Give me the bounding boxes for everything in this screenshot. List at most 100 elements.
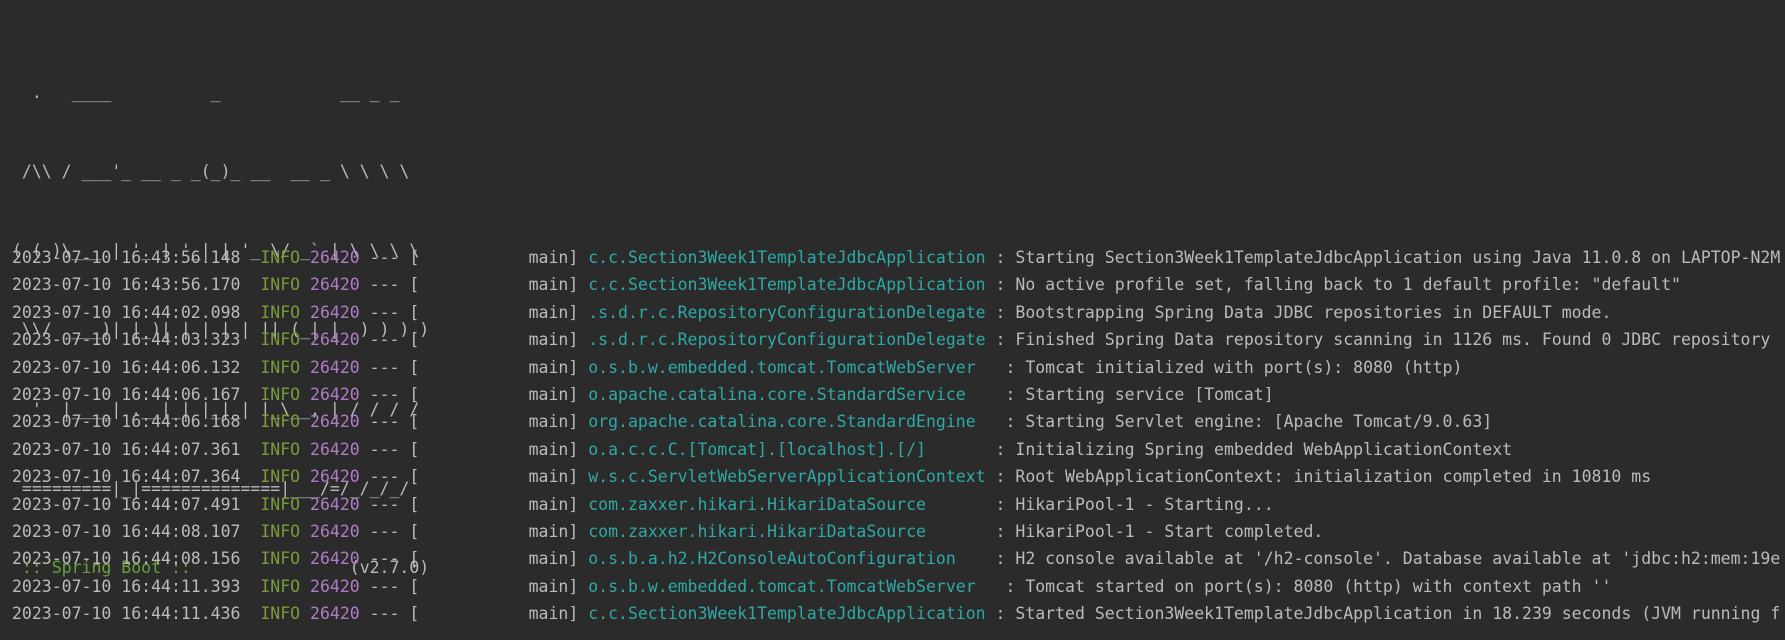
log-logger: org.apache.catalina.core.StandardEngine [588,412,996,432]
log-message: : Starting Section3Week1TemplateJdbcAppl… [985,248,1781,267]
log-line: 2023-07-10 16:44:06.167 INFO 26420 --- [… [12,381,1780,408]
log-level: INFO [260,330,301,350]
log-logger: c.c.Section3Week1TemplateJdbcApplication [588,275,986,295]
log-logger: o.apache.catalina.core.StandardService [588,384,996,404]
log-line: 2023-07-10 16:44:11.436 INFO 26420 --- [… [12,600,1780,627]
log-pid: 26420 [310,549,360,569]
log-spacer [300,275,310,294]
log-separator: --- [ [359,275,420,295]
log-thread: main] [419,384,589,404]
log-message: : HikariPool-1 - Start completed. [985,521,1324,541]
log-spacer [240,440,260,459]
log-spacer [240,577,260,596]
banner-line: /\\ / ___'_ __ _ _(_)_ __ __ _ \ \ \ \ [12,162,410,182]
log-logger: com.zaxxer.hikari.HikariDataSource [588,494,986,514]
log-spacer [240,275,260,294]
log-spacer [240,385,260,404]
log-spacer [240,412,260,431]
log-message: : No active profile set, falling back to… [985,275,1681,295]
log-message: : Initializing Spring embedded WebApplic… [985,439,1513,459]
log-pid: 26420 [310,467,360,487]
console-output[interactable]: . ____ _ __ _ _ /\\ / ___'_ __ _ _(_)_ _… [0,0,1785,640]
log-separator: --- [ [359,412,420,432]
log-spacer [240,549,260,568]
log-pid: 26420 [310,357,360,377]
log-logger: o.s.b.w.embedded.tomcat.TomcatWebServer [588,576,996,596]
log-spacer [240,467,260,486]
log-level: INFO [260,384,301,404]
log-line: 2023-07-10 16:44:08.156 INFO 26420 --- [… [12,545,1780,572]
log-spacer [300,577,310,596]
log-level: INFO [260,357,301,377]
log-thread: main] [419,302,589,322]
log-level: INFO [260,467,301,487]
log-logger: .s.d.r.c.RepositoryConfigurationDelegate [588,330,986,350]
log-spacer [300,604,310,623]
log-timestamp: 2023-07-10 16:43:56.148 [12,248,241,267]
log-timestamp: 2023-07-10 16:44:07.361 [12,439,241,459]
log-thread: main] [419,439,589,459]
log-spacer [300,467,310,486]
log-spacer [240,330,260,349]
log-thread: main] [419,467,589,487]
log-spacer [240,522,260,541]
log-level: INFO [260,248,301,267]
log-thread: main] [419,549,589,569]
log-timestamp: 2023-07-10 16:43:56.170 [12,275,241,295]
log-line: 2023-07-10 16:43:56.170 INFO 26420 --- [… [12,271,1780,298]
log-logger: o.s.b.a.h2.H2ConsoleAutoConfiguration [588,549,986,569]
log-thread: main] [419,576,589,596]
log-pid: 26420 [310,275,360,295]
log-spacer [300,330,310,349]
log-pid: 26420 [310,248,360,267]
log-message: : H2 console available at '/h2-console'.… [985,549,1781,569]
log-logger: c.c.Section3Week1TemplateJdbcApplication [588,604,986,624]
log-timestamp: 2023-07-10 16:44:07.491 [12,494,241,514]
log-spacer [300,385,310,404]
log-timestamp: 2023-07-10 16:44:03.323 [12,330,241,350]
log-logger: o.a.c.c.C.[Tomcat].[localhost].[/] [588,439,986,459]
log-thread: main] [419,330,589,350]
log-logger: com.zaxxer.hikari.HikariDataSource [588,521,986,541]
log-spacer [240,303,260,322]
log-message: : Started Section3Week1TemplateJdbcAppli… [985,604,1781,624]
log-line: 2023-07-10 16:44:11.393 INFO 26420 --- [… [12,573,1780,600]
log-message: : Bootstrapping Spring Data JDBC reposit… [985,302,1612,322]
log-line: 2023-07-10 16:44:06.168 INFO 26420 --- [… [12,408,1780,435]
log-message: : Tomcat initialized with port(s): 8080 … [995,357,1463,377]
log-thread: main] [419,412,589,432]
log-message: : Starting service [Tomcat] [995,384,1274,404]
log-separator: --- [ [359,330,420,350]
log-separator: --- [ [359,357,420,377]
log-level: INFO [260,576,301,596]
log-logger: c.c.Section3Week1TemplateJdbcApplication [588,248,986,267]
log-separator: --- [ [359,576,420,596]
log-line: 2023-07-10 16:43:56.148 INFO 26420 --- [… [12,244,1780,271]
log-pid: 26420 [310,330,360,350]
log-level: INFO [260,494,301,514]
log-level: INFO [260,302,301,322]
log-message: : HikariPool-1 - Starting... [985,494,1274,514]
log-separator: --- [ [359,494,420,514]
log-separator: --- [ [359,467,420,487]
log-level: INFO [260,549,301,569]
log-timestamp: 2023-07-10 16:44:11.393 [12,576,241,596]
log-level: INFO [260,604,301,624]
log-logger: .s.d.r.c.RepositoryConfigurationDelegate [588,302,986,322]
log-message: : Root WebApplicationContext: initializa… [985,467,1652,487]
log-separator: --- [ [359,248,420,267]
log-timestamp: 2023-07-10 16:44:06.168 [12,412,241,432]
log-level: INFO [260,412,301,432]
log-line: 2023-07-10 16:44:02.098 INFO 26420 --- [… [12,299,1780,326]
log-message: : Starting Servlet engine: [Apache Tomca… [995,412,1493,432]
log-separator: --- [ [359,384,420,404]
log-spacer [300,549,310,568]
log-timestamp: 2023-07-10 16:44:06.167 [12,384,241,404]
log-thread: main] [419,604,589,624]
log-logger: o.s.b.w.embedded.tomcat.TomcatWebServer [588,357,996,377]
log-spacer [300,248,310,267]
log-timestamp: 2023-07-10 16:44:06.132 [12,357,241,377]
log-thread: main] [419,521,589,541]
log-logger: w.s.c.ServletWebServerApplicationContext [588,467,986,487]
log-thread: main] [419,494,589,514]
